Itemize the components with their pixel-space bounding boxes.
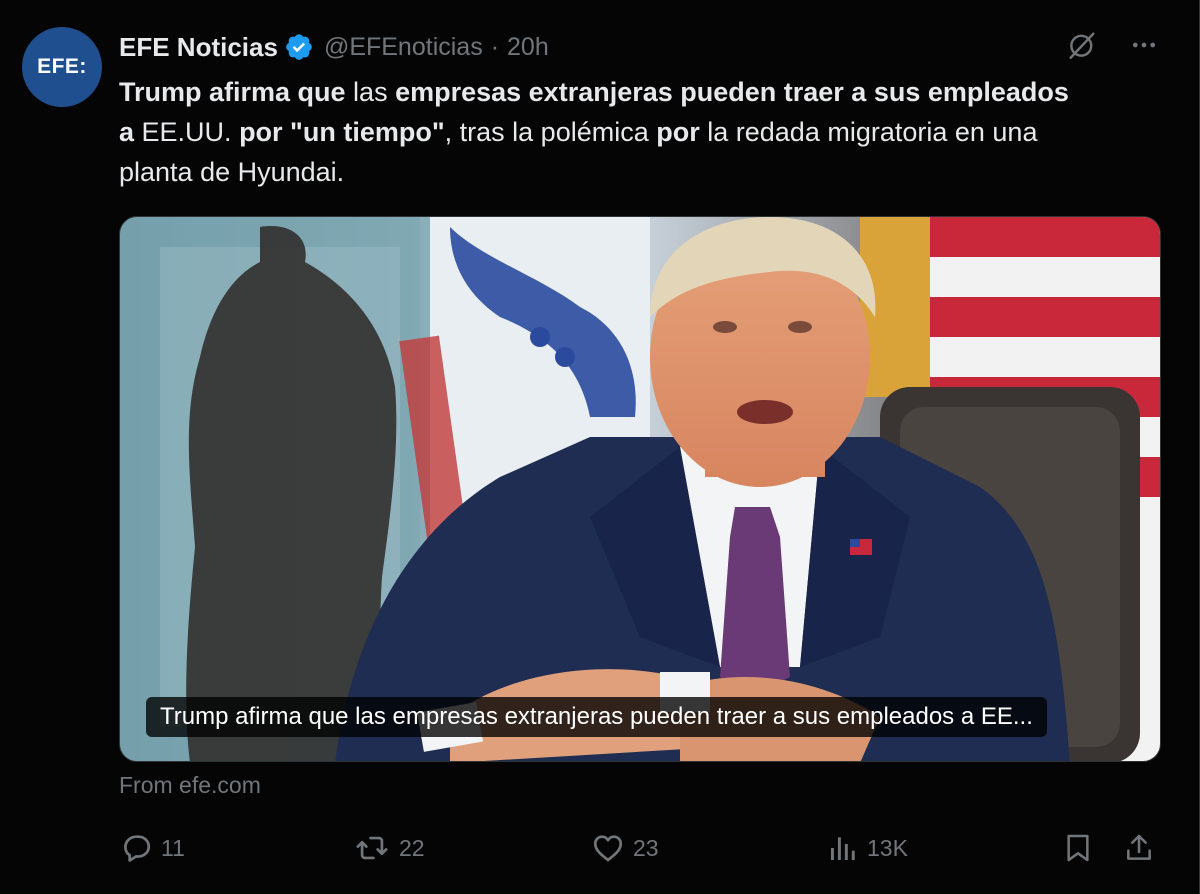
header-actions	[1065, 28, 1159, 62]
timestamp[interactable]: 20h	[507, 33, 549, 62]
bookmark-icon	[1067, 834, 1089, 862]
action-bar: 11 22 23 13K	[119, 828, 1161, 868]
share-icon	[1127, 834, 1151, 860]
text-segment: por "un tiempo"	[239, 117, 445, 147]
views-count: 13K	[867, 834, 908, 861]
tweet[interactable]: EFE: EFE Noticias @EFEnoticias · 20h Tru…	[0, 0, 1200, 894]
reply-icon	[124, 835, 151, 862]
share-button[interactable]	[1123, 828, 1155, 868]
separator-dot: ·	[490, 32, 500, 61]
text-segment: EE.UU.	[134, 117, 240, 147]
bookmark-button[interactable]	[1062, 828, 1094, 868]
text-segment: , tras la polémica	[444, 117, 657, 147]
reply-count: 11	[161, 834, 185, 861]
repost-icon	[356, 836, 388, 860]
tweet-header: EFE Noticias @EFEnoticias · 20h	[119, 30, 549, 64]
tweet-text: Trump afirma que las empresas extranjera…	[119, 72, 1079, 192]
like-button[interactable]: 23	[591, 828, 659, 868]
avatar-text: EFE:	[37, 55, 87, 78]
link-source[interactable]: From efe.com	[119, 772, 261, 799]
repost-count: 22	[399, 834, 425, 861]
display-name[interactable]: EFE Noticias	[119, 32, 278, 63]
news-photo	[120, 217, 1160, 761]
verified-badge-icon	[286, 34, 312, 60]
avatar[interactable]: EFE:	[22, 27, 102, 107]
views-icon	[831, 837, 855, 860]
more-icon[interactable]	[1129, 30, 1159, 60]
repost-button[interactable]: 22	[353, 828, 425, 868]
text-segment: las	[345, 77, 396, 107]
like-count: 23	[633, 834, 659, 861]
media-caption: Trump afirma que las empresas extranjera…	[146, 697, 1047, 737]
handle[interactable]: @EFEnoticias	[324, 33, 483, 62]
link-card-media[interactable]: Trump afirma que las empresas extranjera…	[119, 216, 1161, 762]
reply-button[interactable]: 11	[119, 828, 185, 868]
text-segment: por	[656, 117, 700, 147]
text-segment: Trump afirma que	[119, 77, 346, 107]
heart-icon	[593, 835, 623, 862]
grok-icon[interactable]	[1065, 28, 1099, 62]
views-button[interactable]: 13K	[827, 828, 908, 868]
